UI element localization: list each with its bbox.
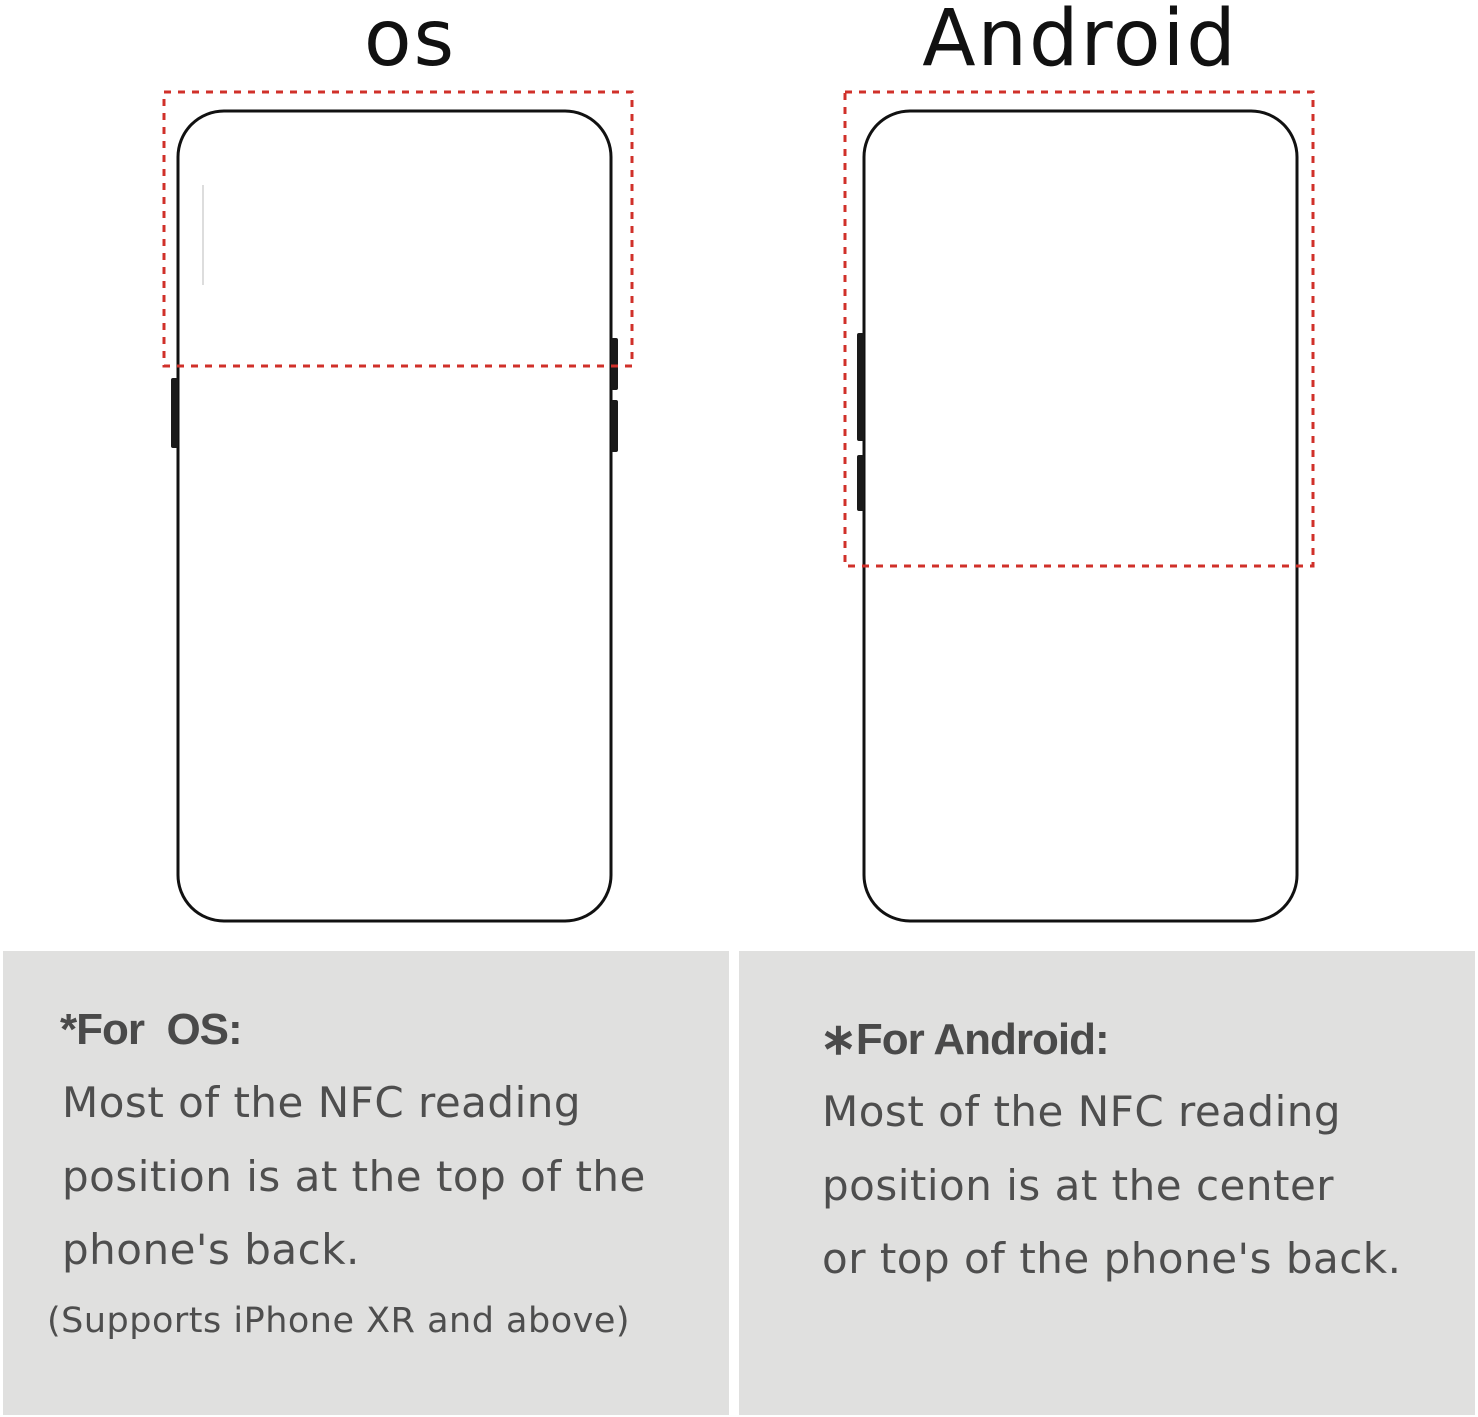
android-phone-body <box>862 109 1299 923</box>
android-nfc-zone <box>843 90 1315 568</box>
ios-panel-heading: *For OS: <box>60 1005 243 1054</box>
android-panel-line: or top of the phone's back. <box>822 1234 1402 1283</box>
android-info-panel: ∗For Android: Most of the NFC reading po… <box>739 951 1475 1415</box>
android-side-button-lower <box>857 455 864 511</box>
ios-panel-line: position is at the top of the <box>62 1152 646 1201</box>
ios-panel-line: phone's back. <box>62 1225 360 1274</box>
ios-side-button-right-lower <box>611 400 618 452</box>
ios-nfc-zone <box>162 90 634 368</box>
ios-phone-body <box>176 109 613 923</box>
ios-side-button-right-upper <box>611 338 618 390</box>
ios-side-button-left <box>171 378 178 448</box>
ios-panel-note: (Supports iPhone XR and above) <box>47 1301 631 1341</box>
ios-info-panel: *For OS: Most of the NFC reading positio… <box>3 951 729 1415</box>
android-side-button-upper <box>857 333 864 441</box>
android-panel-line: Most of the NFC reading <box>822 1087 1342 1136</box>
android-panel-line: position is at the center <box>822 1161 1335 1210</box>
android-phone <box>843 90 1315 923</box>
android-panel-heading: ∗For Android: <box>820 1015 1110 1064</box>
ios-panel-line: Most of the NFC reading <box>62 1078 582 1127</box>
ios-phone <box>162 90 634 923</box>
phone-diagrams <box>162 90 1315 923</box>
